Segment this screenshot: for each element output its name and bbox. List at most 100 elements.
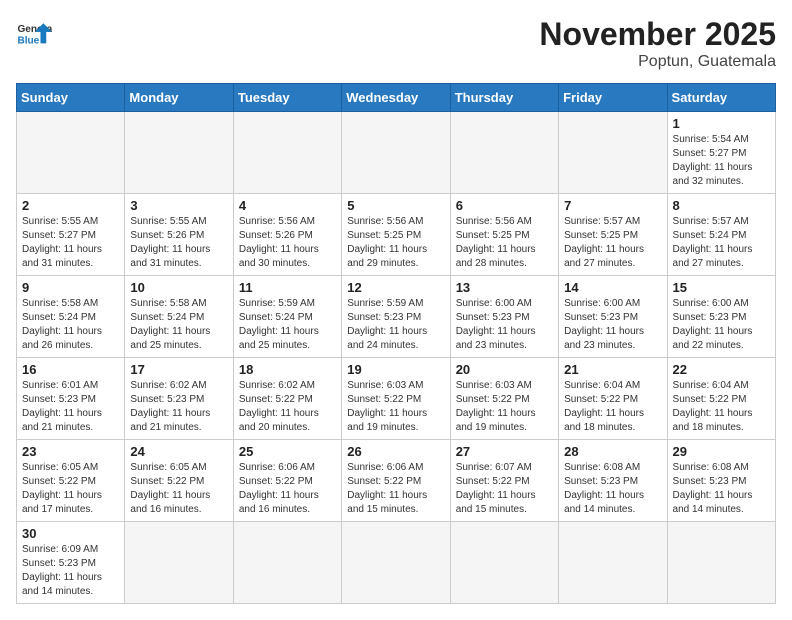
col-wednesday: Wednesday (342, 84, 450, 112)
table-row: 27Sunrise: 6:07 AM Sunset: 5:22 PM Dayli… (450, 440, 558, 522)
day-number: 10 (130, 280, 227, 295)
day-info: Sunrise: 5:58 AM Sunset: 5:24 PM Dayligh… (130, 297, 227, 353)
table-row: 10 Sunrise: 5:58 AM Sunset: 5:24 PM Dayli… (125, 276, 233, 358)
day-info: Sunrise: 6:00 AM Sunset: 5:23 PM Dayligh… (456, 297, 553, 353)
day-number: 14 (564, 280, 661, 295)
table-row (17, 112, 125, 194)
day-info: Sunrise: 5:54 AM Sunset: 5:27 PM Dayligh… (673, 133, 770, 189)
day-number: 21 (564, 362, 661, 377)
table-row: 7Sunrise: 5:57 AM Sunset: 5:25 PM Daylig… (559, 194, 667, 276)
day-number: 26 (347, 444, 444, 459)
col-saturday: Saturday (667, 84, 775, 112)
table-row: 3 Sunrise: 5:55 AM Sunset: 5:26 PM Daylig… (125, 194, 233, 276)
table-row: 20Sunrise: 6:03 AM Sunset: 5:22 PM Dayli… (450, 358, 558, 440)
day-number: 2 (22, 198, 119, 213)
table-row: 15 Sunrise: 6:00 AM Sunset: 5:23 PM Dayli… (667, 276, 775, 358)
day-number: 27 (456, 444, 553, 459)
day-number: 24 (130, 444, 227, 459)
calendar-row: 9 Sunrise: 5:58 AM Sunset: 5:24 PM Daylig… (17, 276, 776, 358)
day-number: 12 (347, 280, 444, 295)
col-thursday: Thursday (450, 84, 558, 112)
page-header: General Blue November 2025 Poptun, Guate… (16, 16, 776, 71)
calendar-row: 1Sunrise: 5:54 AM Sunset: 5:27 PM Daylig… (17, 112, 776, 194)
day-info: Sunrise: 5:59 AM Sunset: 5:23 PM Dayligh… (347, 297, 444, 353)
day-number: 4 (239, 198, 336, 213)
table-row: 6 Sunrise: 5:56 AM Sunset: 5:25 PM Daylig… (450, 194, 558, 276)
table-row: 26Sunrise: 6:06 AM Sunset: 5:22 PM Dayli… (342, 440, 450, 522)
logo: General Blue (16, 16, 52, 52)
table-row: 24 Sunrise: 6:05 AM Sunset: 5:22 PM Dayli… (125, 440, 233, 522)
table-row: 11 Sunrise: 5:59 AM Sunset: 5:24 PM Dayli… (233, 276, 341, 358)
table-row (233, 522, 341, 604)
calendar-header-row: Sunday Monday Tuesday Wednesday Thursday… (17, 84, 776, 112)
table-row: 28 Sunrise: 6:08 AM Sunset: 5:23 PM Dayli… (559, 440, 667, 522)
day-number: 6 (456, 198, 553, 213)
day-info: Sunrise: 6:02 AM Sunset: 5:22 PM Dayligh… (239, 379, 336, 435)
table-row: 22 Sunrise: 6:04 AM Sunset: 5:22 PM Dayli… (667, 358, 775, 440)
table-row (450, 112, 558, 194)
table-row: 1Sunrise: 5:54 AM Sunset: 5:27 PM Daylig… (667, 112, 775, 194)
table-row: 9Sunrise: 5:58 AM Sunset: 5:24 PM Daylig… (17, 276, 125, 358)
day-number: 8 (673, 198, 770, 213)
day-info: Sunrise: 6:04 AM Sunset: 5:22 PM Dayligh… (564, 379, 661, 435)
table-row (125, 112, 233, 194)
table-row: 21 Sunrise: 6:04 AM Sunset: 5:22 PM Dayli… (559, 358, 667, 440)
day-number: 22 (673, 362, 770, 377)
table-row (342, 522, 450, 604)
table-row (233, 112, 341, 194)
table-row (450, 522, 558, 604)
col-friday: Friday (559, 84, 667, 112)
table-row (125, 522, 233, 604)
day-number: 25 (239, 444, 336, 459)
logo-icon: General Blue (16, 16, 52, 52)
day-info: Sunrise: 6:03 AM Sunset: 5:22 PM Dayligh… (347, 379, 444, 435)
day-number: 16 (22, 362, 119, 377)
table-row: 18 Sunrise: 6:02 AM Sunset: 5:22 PM Dayli… (233, 358, 341, 440)
calendar-table: Sunday Monday Tuesday Wednesday Thursday… (16, 83, 776, 604)
calendar-row: 16Sunrise: 6:01 AM Sunset: 5:23 PM Dayli… (17, 358, 776, 440)
day-info: Sunrise: 6:06 AM Sunset: 5:22 PM Dayligh… (239, 461, 336, 517)
table-row: 8 Sunrise: 5:57 AM Sunset: 5:24 PM Daylig… (667, 194, 775, 276)
day-number: 28 (564, 444, 661, 459)
day-info: Sunrise: 5:57 AM Sunset: 5:24 PM Dayligh… (673, 215, 770, 271)
page-title: November 2025 (539, 16, 776, 53)
day-info: Sunrise: 6:08 AM Sunset: 5:23 PM Dayligh… (564, 461, 661, 517)
table-row: 25 Sunrise: 6:06 AM Sunset: 5:22 PM Dayli… (233, 440, 341, 522)
day-info: Sunrise: 5:55 AM Sunset: 5:27 PM Dayligh… (22, 215, 119, 271)
table-row: 14Sunrise: 6:00 AM Sunset: 5:23 PM Dayli… (559, 276, 667, 358)
day-number: 15 (673, 280, 770, 295)
table-row: 30Sunrise: 6:09 AM Sunset: 5:23 PM Dayli… (17, 522, 125, 604)
day-number: 11 (239, 280, 336, 295)
day-info: Sunrise: 6:09 AM Sunset: 5:23 PM Dayligh… (22, 543, 119, 599)
day-info: Sunrise: 6:02 AM Sunset: 5:23 PM Dayligh… (130, 379, 227, 435)
day-info: Sunrise: 6:04 AM Sunset: 5:22 PM Dayligh… (673, 379, 770, 435)
col-tuesday: Tuesday (233, 84, 341, 112)
table-row: 17 Sunrise: 6:02 AM Sunset: 5:23 PM Dayli… (125, 358, 233, 440)
calendar-row: 2 Sunrise: 5:55 AM Sunset: 5:27 PM Daylig… (17, 194, 776, 276)
day-info: Sunrise: 6:00 AM Sunset: 5:23 PM Dayligh… (673, 297, 770, 353)
calendar-row: 30Sunrise: 6:09 AM Sunset: 5:23 PM Dayli… (17, 522, 776, 604)
day-info: Sunrise: 6:05 AM Sunset: 5:22 PM Dayligh… (22, 461, 119, 517)
day-info: Sunrise: 6:08 AM Sunset: 5:23 PM Dayligh… (673, 461, 770, 517)
table-row: 2 Sunrise: 5:55 AM Sunset: 5:27 PM Daylig… (17, 194, 125, 276)
day-number: 20 (456, 362, 553, 377)
day-number: 9 (22, 280, 119, 295)
day-info: Sunrise: 5:59 AM Sunset: 5:24 PM Dayligh… (239, 297, 336, 353)
day-number: 3 (130, 198, 227, 213)
day-number: 17 (130, 362, 227, 377)
day-info: Sunrise: 6:05 AM Sunset: 5:22 PM Dayligh… (130, 461, 227, 517)
day-number: 5 (347, 198, 444, 213)
day-number: 23 (22, 444, 119, 459)
svg-text:Blue: Blue (17, 35, 39, 46)
day-info: Sunrise: 5:57 AM Sunset: 5:25 PM Dayligh… (564, 215, 661, 271)
day-number: 19 (347, 362, 444, 377)
table-row: 12 Sunrise: 5:59 AM Sunset: 5:23 PM Dayli… (342, 276, 450, 358)
day-number: 18 (239, 362, 336, 377)
day-info: Sunrise: 5:56 AM Sunset: 5:25 PM Dayligh… (456, 215, 553, 271)
table-row (342, 112, 450, 194)
day-number: 13 (456, 280, 553, 295)
day-info: Sunrise: 5:55 AM Sunset: 5:26 PM Dayligh… (130, 215, 227, 271)
title-block: November 2025 Poptun, Guatemala (539, 16, 776, 71)
table-row (559, 112, 667, 194)
calendar-row: 23 Sunrise: 6:05 AM Sunset: 5:22 PM Dayli… (17, 440, 776, 522)
